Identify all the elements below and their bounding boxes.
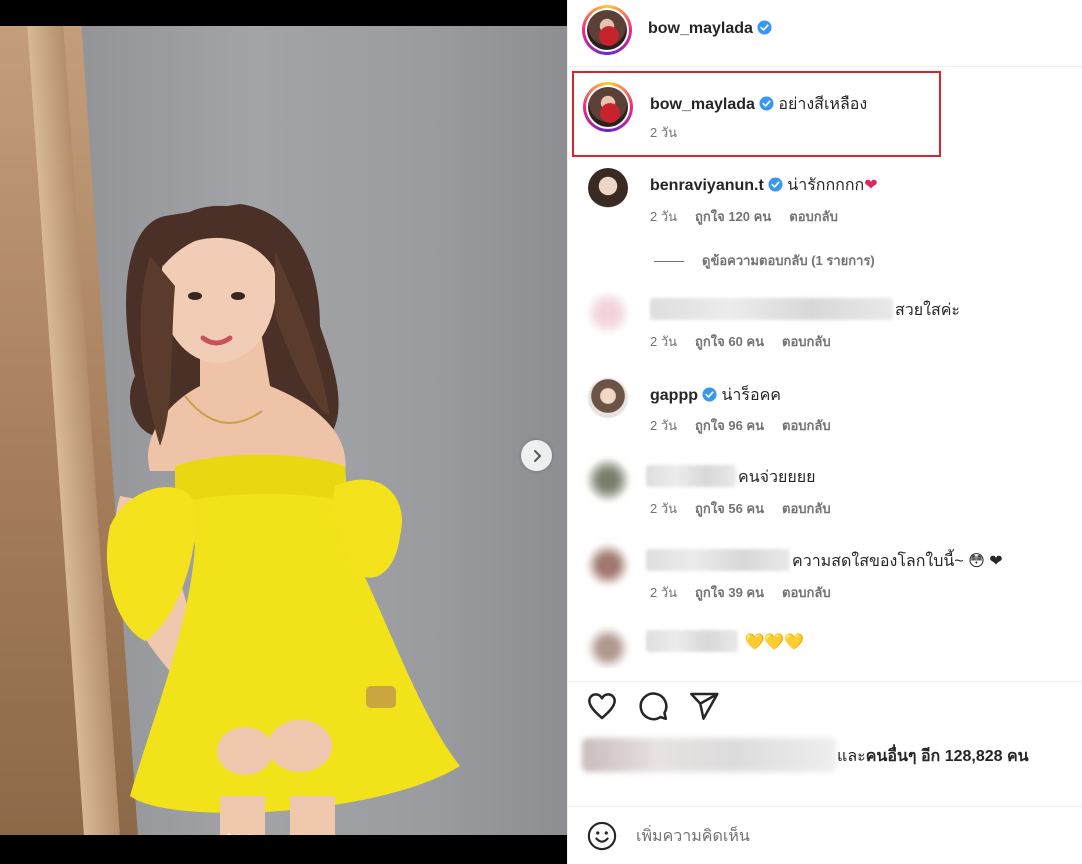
emoji-icon[interactable] (587, 821, 617, 851)
blurred-username[interactable] (646, 465, 736, 487)
blurred-username[interactable] (650, 298, 893, 320)
caption-time: 2 วัน (650, 125, 678, 140)
blurred-username[interactable] (646, 549, 790, 571)
comment-item: gappp น่าร็อคค (650, 383, 781, 408)
comment-icon[interactable] (637, 690, 669, 722)
comment-likes[interactable]: ถูกใจ 120 คน (695, 209, 771, 224)
comment-likes[interactable]: ถูกใจ 96 คน (695, 418, 764, 433)
reply-button[interactable]: ตอบกลับ (789, 209, 838, 224)
comment-time: 2 วัน (650, 585, 678, 600)
verified-icon (757, 20, 772, 35)
comment-item: benraviyanun.t น่ารักกกกก❤ (650, 173, 878, 198)
heart-icon[interactable] (586, 690, 618, 722)
comment-text: สวยใสค่ะ (895, 302, 960, 319)
caption-text: bow_maylada อย่างสีเหลือง (650, 92, 867, 117)
post-panel: bow_maylada bow_maylada อย่างสีเหลือง 2 … (567, 0, 1082, 864)
comment-username[interactable]: gappp (650, 387, 698, 404)
verified-icon (702, 387, 717, 402)
caption-username[interactable]: bow_maylada (650, 96, 755, 113)
verified-icon (759, 96, 774, 111)
comment-likes[interactable]: ถูกใจ 60 คน (695, 334, 764, 349)
yellow-hearts-emoji: 💛💛💛 (744, 634, 805, 651)
comment-avatar[interactable] (588, 378, 628, 418)
carousel-dot (236, 834, 242, 835)
comment-avatar[interactable] (588, 545, 628, 585)
reply-button[interactable]: ตอบกลับ (782, 501, 831, 516)
comments-list[interactable]: bow_maylada อย่างสีเหลือง 2 วัน benraviy… (568, 68, 1082, 668)
comment-avatar[interactable] (588, 460, 628, 500)
comment-item: 💛💛💛 (646, 630, 804, 652)
action-bar (568, 681, 1082, 731)
comment-item: สวยใสค่ะ (650, 298, 960, 323)
comment-likes[interactable]: ถูกใจ 39 คน (695, 585, 764, 600)
reply-button[interactable]: ตอบกลับ (782, 585, 831, 600)
comment-item: คนจ่วยยยย (646, 465, 816, 490)
verified-icon (768, 177, 783, 192)
comment-username[interactable]: benraviyanun.t (650, 177, 764, 194)
comment-input[interactable] (636, 825, 1036, 849)
carousel-dots (226, 834, 252, 835)
likes-count[interactable]: และคนอื่นๆ อีก 128,828 คน (837, 744, 1029, 769)
carousel-dot (226, 834, 232, 835)
comment-likes[interactable]: ถูกใจ 56 คน (695, 501, 764, 516)
comment-text: ความสดใสของโลกใบนี้~ (792, 553, 964, 570)
comment-meta: 2 วัน ถูกใจ 56 คน ตอบกลับ (650, 498, 849, 519)
comment-time: 2 วัน (650, 418, 678, 433)
comment-meta: 2 วัน ถูกใจ 39 คน ตอบกลับ (650, 582, 849, 603)
comment-meta: 2 วัน ถูกใจ 96 คน ตอบกลับ (650, 415, 849, 436)
blurred-likers[interactable] (582, 738, 836, 772)
chevron-right-icon (533, 449, 541, 462)
red-heart-emoji: ❤ (864, 177, 878, 194)
carousel-dot (246, 834, 252, 835)
likes-summary: และคนอื่นๆ อีก 128,828 คน (580, 736, 1070, 776)
comment-avatar[interactable] (588, 168, 628, 208)
comment-time: 2 วัน (650, 209, 678, 224)
caption-avatar[interactable] (583, 82, 633, 132)
person-figure (106, 204, 460, 835)
reply-button[interactable]: ตอบกลับ (782, 418, 831, 433)
comment-time: 2 วัน (650, 501, 678, 516)
share-icon[interactable] (688, 690, 720, 722)
comment-meta: 2 วัน ถูกใจ 120 คน ตอบกลับ (650, 206, 856, 227)
post-header: bow_maylada (568, 0, 1082, 67)
post-photo[interactable] (0, 26, 567, 835)
author-avatar[interactable] (582, 5, 632, 55)
comment-avatar[interactable] (588, 293, 628, 333)
photo-panel (0, 0, 567, 864)
comment-meta: 2 วัน ถูกใจ 60 คน ตอบกลับ (650, 331, 849, 352)
blurred-username[interactable] (646, 630, 738, 652)
comment-text: น่าร็อคค (721, 387, 781, 404)
caption-body: อย่างสีเหลือง (778, 96, 868, 113)
comment-time: 2 วัน (650, 334, 678, 349)
reply-button[interactable]: ตอบกลับ (782, 334, 831, 349)
view-replies-button[interactable]: ดูข้อความตอบกลับ (1 รายการ) (654, 250, 875, 271)
caption-meta: 2 วัน (650, 122, 695, 143)
add-comment-bar (568, 806, 1082, 864)
next-image-button[interactable] (521, 440, 552, 471)
emoji-group: 😳 ❤ (968, 553, 1003, 570)
author-username[interactable]: bow_maylada (648, 20, 772, 38)
comment-text: น่ารักกกกก (787, 177, 865, 194)
comment-item: ความสดใสของโลกใบนี้~ 😳 ❤ (646, 549, 1003, 574)
comment-text: คนจ่วยยยย (738, 469, 816, 486)
comment-avatar[interactable] (588, 628, 628, 668)
